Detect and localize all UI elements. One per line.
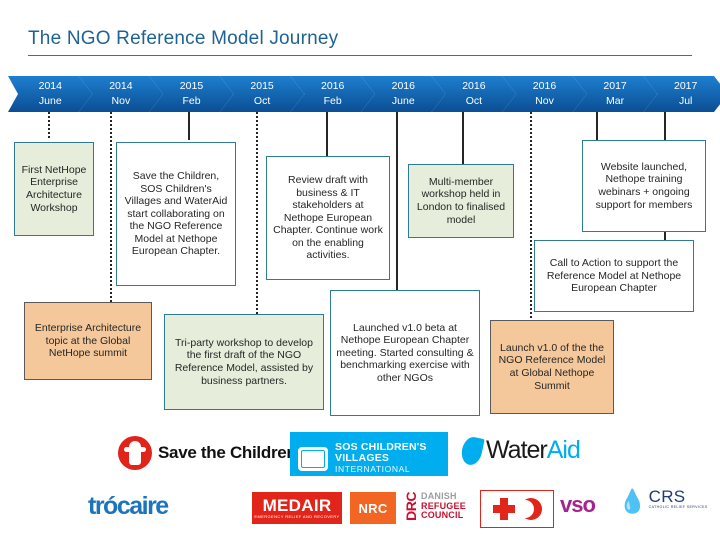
logo-wateraid: Water Aid (459, 434, 581, 467)
connector-5 (326, 112, 328, 156)
callout-upper-3: Review draft with business & IT stakehol… (266, 156, 390, 280)
callout-text: Tri-party workshop to develop the first … (174, 336, 314, 387)
page-title: The NGO Reference Model Journey (28, 28, 339, 49)
milestone-month: Feb (323, 95, 342, 107)
logo-tagline: EMERGENCY RELIEF AND RECOVERY (254, 514, 340, 519)
logo-tagline: CATHOLIC RELIEF SERVICES (648, 504, 708, 509)
timeline-arrow-band: 2014 June 2014 Nov 2015 Feb 2015 Oct 2016 Feb 2016… (8, 76, 714, 112)
logo-label-group: CRS CATHOLIC RELIEF SERVICES (648, 486, 708, 512)
connector-8 (530, 112, 532, 320)
milestone-year: 2014 (109, 80, 133, 92)
callout-text: Multi-member workshop held in London to … (416, 175, 506, 226)
connector-9 (596, 112, 598, 142)
connector-3 (188, 112, 190, 140)
callout-upper-5: Website launched, Nethope training webin… (582, 140, 706, 232)
connector-4 (256, 112, 258, 320)
timeline-milestone-1[interactable]: 2014 June (8, 76, 93, 112)
callout-text: Call to Action to support the Reference … (546, 257, 682, 295)
callout-text: Website launched, Nethope training webin… (595, 160, 693, 211)
callout-lower-1: Enterprise Architecture topic at the Glo… (24, 302, 152, 380)
logo-save-the-children: Save the Children. (118, 436, 301, 470)
milestone-year: 2015 (179, 80, 204, 92)
connector-7 (462, 112, 464, 164)
connector-6 (396, 112, 398, 296)
logo-label: COUNCIL (421, 510, 464, 521)
callout-text: Enterprise Architecture topic at the Glo… (34, 322, 142, 360)
milestone-year: 2016 (532, 80, 557, 92)
logo-label: Save the Children. (158, 443, 301, 462)
logo-label: VILLAGES (335, 451, 390, 464)
milestone-month: Mar (606, 95, 625, 107)
red-crescent-icon (515, 498, 542, 520)
callout-text: Launched v1.0 beta at Nethope European C… (336, 321, 474, 384)
milestone-month: June (391, 95, 415, 107)
sos-children-icon (298, 447, 328, 471)
callout-lower-4: Launch v1.0 of the the NGO Reference Mod… (490, 320, 614, 414)
logo-nrc: NRC (350, 492, 396, 524)
milestone-year: 2016 (321, 80, 345, 92)
logo-label: vso (560, 492, 596, 517)
logo-label: MEDAIR (262, 496, 332, 515)
partner-logo-strip: Save the Children. SOS CHILDREN'S VILLAG… (0, 424, 720, 540)
logo-danish-refugee-council: DRC DANISH REFUGEE COUNCIL (403, 492, 466, 521)
logo-trocaire: trócaire (88, 492, 169, 521)
callout-upper-2: Save the Children, SOS Children's Villag… (116, 142, 236, 286)
callout-text: Launch v1.0 of the the NGO Reference Mod… (498, 341, 606, 392)
logo-label-group: SOS CHILDREN'S VILLAGES INTERNATIONAL (335, 434, 427, 475)
milestone-month: Oct (465, 95, 483, 107)
milestone-month: Nov (111, 95, 131, 107)
logo-vso: vso (560, 492, 596, 518)
callout-lower-2: Tri-party workshop to develop the first … (164, 314, 324, 410)
logo-catholic-relief-services: 💧 CRS CATHOLIC RELIEF SERVICES (618, 486, 708, 514)
red-cross-icon (492, 498, 515, 520)
milestone-year: 2014 (38, 80, 62, 92)
callout-text: First NetHope Enterprise Architecture Wo… (21, 163, 87, 214)
connector-2 (110, 112, 112, 302)
milestone-month: Oct (253, 95, 271, 107)
save-the-children-icon (118, 436, 152, 470)
logo-monogram: DRC (403, 492, 419, 521)
title-underline (28, 55, 692, 56)
callout-text: Save the Children, SOS Children's Villag… (124, 169, 228, 258)
logo-red-cross-red-crescent (480, 490, 554, 528)
logo-medair: MEDAIR EMERGENCY RELIEF AND RECOVERY (252, 492, 342, 524)
logo-label: NRC (358, 500, 388, 516)
milestone-month: Feb (182, 95, 201, 107)
callout-lower-3: Launched v1.0 beta at Nethope European C… (330, 290, 480, 416)
milestone-month: Nov (535, 95, 554, 107)
logo-label: Aid (546, 436, 581, 464)
callout-upper-1: First NetHope Enterprise Architecture Wo… (14, 142, 94, 236)
logo-label: SOS CHILDREN'S (335, 440, 427, 453)
logo-sos-childrens-villages: SOS CHILDREN'S VILLAGES INTERNATIONAL (290, 432, 448, 476)
milestone-year: 2015 (250, 80, 274, 92)
callout-upper-4: Multi-member workshop held in London to … (408, 164, 514, 238)
callout-upper-6: Call to Action to support the Reference … (534, 240, 694, 312)
logo-label: trócaire (88, 492, 169, 520)
milestone-year: 2016 (391, 80, 415, 92)
milestone-year: 2017 (603, 80, 627, 92)
callout-text: Review draft with business & IT stakehol… (273, 173, 383, 262)
crs-swoosh-icon: 💧 (618, 488, 647, 514)
connector-1 (48, 112, 50, 138)
logo-label-group: DANISH REFUGEE COUNCIL (421, 492, 466, 521)
logo-label: Water (486, 436, 548, 464)
logo-label: CRS (648, 486, 686, 506)
milestone-month: June (38, 95, 62, 107)
water-drop-icon (459, 434, 485, 467)
logo-label: INTERNATIONAL (335, 463, 411, 474)
milestone-year: 2016 (462, 80, 486, 92)
